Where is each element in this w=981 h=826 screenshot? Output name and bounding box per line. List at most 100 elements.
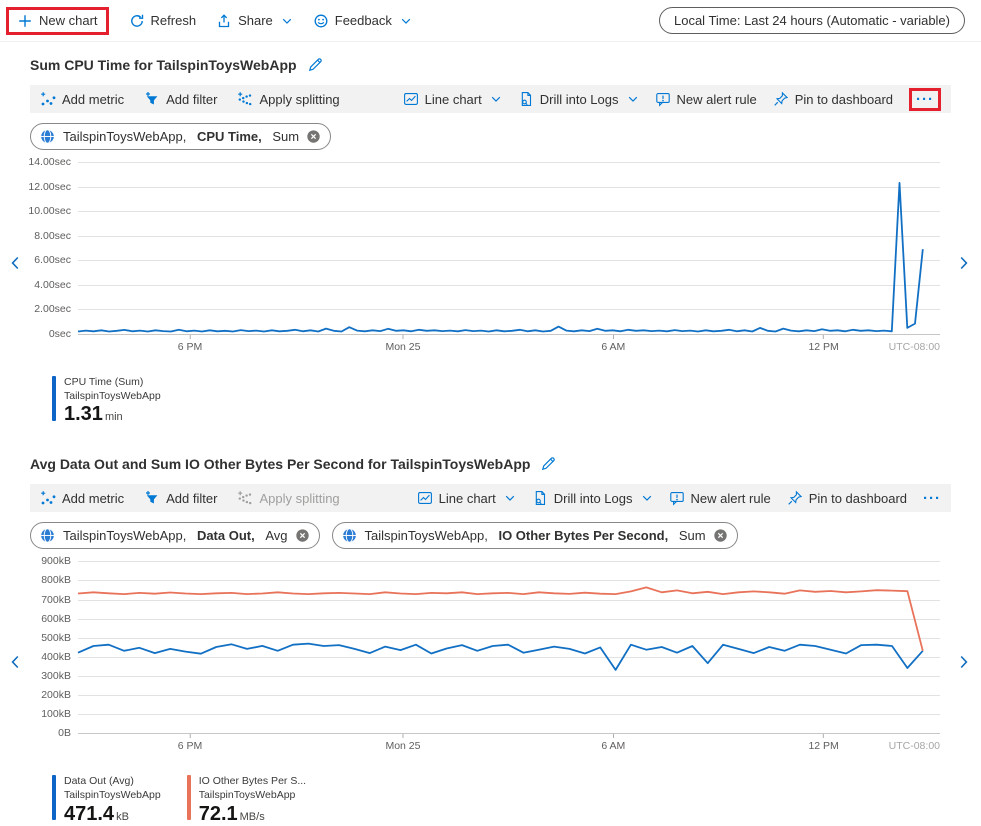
add-metric-icon [40, 91, 56, 107]
feedback-label: Feedback [335, 13, 392, 28]
x-axis-tick: 12 PM [808, 734, 838, 752]
add-filter-icon [144, 91, 160, 107]
plot-grid: 14.00sec12.00sec10.00sec8.00sec6.00sec4.… [78, 162, 940, 334]
remove-metric-button[interactable] [306, 129, 321, 144]
x-axis: 6 PMMon 256 AM12 PMUTC-08:00 [78, 334, 940, 360]
chart-nav-right-button[interactable] [957, 254, 971, 272]
add-filter-icon [144, 490, 160, 506]
share-button[interactable]: Share [216, 13, 293, 29]
timezone-label: UTC-08:00 [889, 740, 940, 752]
new-chart-label: New chart [39, 13, 98, 28]
new-alert-rule-button[interactable]: New alert rule [669, 490, 771, 506]
chart-type-dropdown[interactable]: Line chart [403, 91, 502, 107]
smiley-icon [313, 13, 329, 29]
pin-to-dashboard-label: Pin to dashboard [809, 491, 907, 506]
legend-resource-name: TailspinToysWebApp [64, 390, 161, 404]
new-chart-callout: New chart [6, 7, 109, 35]
metric-pill[interactable]: TailspinToysWebApp, IO Other Bytes Per S… [332, 522, 738, 549]
chart-type-dropdown[interactable]: Line chart [417, 490, 516, 506]
chart-type-label: Line chart [425, 92, 482, 107]
share-icon [216, 13, 232, 29]
chart-nav-left-button[interactable] [8, 653, 22, 671]
edit-title-button[interactable] [540, 455, 557, 472]
pin-icon [787, 490, 803, 506]
apply-splitting-button[interactable]: Apply splitting [237, 91, 339, 107]
legend-metric-name: IO Other Bytes Per S... [199, 775, 306, 789]
chart-title: Avg Data Out and Sum IO Other Bytes Per … [30, 456, 530, 472]
timezone-label: UTC-08:00 [889, 341, 940, 353]
series-line [78, 183, 923, 332]
drill-into-logs-label: Drill into Logs [540, 92, 619, 107]
webapp-icon [39, 527, 56, 544]
legend-color-bar [52, 376, 56, 421]
time-range-picker[interactable]: Local Time: Last 24 hours (Automatic - v… [659, 7, 965, 34]
chart-type-label: Line chart [439, 491, 496, 506]
pin-to-dashboard-button[interactable]: Pin to dashboard [773, 91, 893, 107]
add-filter-button[interactable]: Add filter [144, 490, 217, 506]
y-axis-tick-label: 14.00sec [28, 156, 71, 168]
pin-icon [773, 91, 789, 107]
drill-into-logs-dropdown[interactable]: Drill into Logs [518, 91, 639, 107]
chart-title: Sum CPU Time for TailspinToysWebApp [30, 57, 297, 73]
legend-metric-name: Data Out (Avg) [64, 775, 161, 789]
remove-metric-button[interactable] [713, 528, 728, 543]
more-menu-callout: ··· [909, 88, 941, 111]
x-axis-tick: 6 PM [178, 734, 203, 752]
edit-title-button[interactable] [307, 56, 324, 73]
y-axis-tick-label: 700kB [41, 594, 71, 606]
pill-aggregation: Avg [265, 528, 287, 543]
more-menu-button[interactable]: ··· [916, 91, 934, 108]
new-alert-rule-button[interactable]: New alert rule [655, 91, 757, 107]
apply-splitting-button-disabled: Apply splitting [237, 490, 339, 506]
pencil-icon [307, 56, 324, 73]
chevron-down-icon [504, 492, 516, 504]
feedback-button[interactable]: Feedback [313, 13, 412, 29]
y-axis-tick-label: 12.00sec [28, 181, 71, 193]
x-axis-tick: Mon 25 [385, 335, 420, 353]
more-menu-button[interactable]: ··· [923, 490, 941, 507]
y-axis-tick-label: 10.00sec [28, 205, 71, 217]
chart-nav-right-button[interactable] [957, 653, 971, 671]
pill-aggregation: Sum [679, 528, 706, 543]
add-metric-button[interactable]: Add metric [40, 490, 124, 506]
add-metric-button[interactable]: Add metric [40, 91, 124, 107]
legend-item[interactable]: IO Other Bytes Per S... TailspinToysWebA… [187, 775, 306, 824]
chart-toolbar: Add metric Add filter Apply splitting [30, 85, 951, 113]
refresh-button[interactable]: Refresh [129, 13, 197, 29]
chevron-down-icon [627, 93, 639, 105]
plot-data-out: 900kB800kB700kB600kB500kB400kB300kB200kB… [78, 561, 940, 759]
legend-value: 1.31min [64, 403, 161, 425]
x-axis-tick: 6 PM [178, 335, 203, 353]
y-axis-tick-label: 0sec [49, 328, 71, 340]
add-metric-label: Add metric [62, 92, 124, 107]
y-axis-tick-label: 100kB [41, 708, 71, 720]
pill-aggregation: Sum [272, 129, 299, 144]
chart-section-cpu-time: Sum CPU Time for TailspinToysWebApp Add … [0, 56, 981, 425]
legend-value: 471.4kB [64, 803, 161, 825]
y-axis-tick-label: 300kB [41, 670, 71, 682]
pin-to-dashboard-button[interactable]: Pin to dashboard [787, 490, 907, 506]
plot-cpu-time: 14.00sec12.00sec10.00sec8.00sec6.00sec4.… [78, 162, 940, 360]
y-axis-tick-label: 2.00sec [34, 303, 71, 315]
legend-item[interactable]: CPU Time (Sum) TailspinToysWebApp 1.31mi… [52, 376, 161, 425]
top-toolbar: New chart Refresh Share Feedback Local T… [0, 0, 981, 42]
add-filter-button[interactable]: Add filter [144, 91, 217, 107]
remove-metric-button[interactable] [295, 528, 310, 543]
x-axis-tick: 6 AM [601, 734, 625, 752]
legend-item[interactable]: Data Out (Avg) TailspinToysWebApp 471.4k… [52, 775, 161, 824]
metric-pill[interactable]: TailspinToysWebApp, Data Out, Avg [30, 522, 320, 549]
alert-icon [669, 490, 685, 506]
drill-into-logs-dropdown[interactable]: Drill into Logs [532, 490, 653, 506]
new-chart-button[interactable]: New chart [17, 13, 98, 29]
metric-pill[interactable]: TailspinToysWebApp, CPU Time, Sum [30, 123, 331, 150]
x-axis-tick: 12 PM [808, 335, 838, 353]
chart-section-data-out: Avg Data Out and Sum IO Other Bytes Per … [0, 455, 981, 824]
add-metric-label: Add metric [62, 491, 124, 506]
series-line [78, 644, 923, 670]
add-filter-label: Add filter [166, 491, 217, 506]
chart-nav-left-button[interactable] [8, 254, 22, 272]
add-filter-label: Add filter [166, 92, 217, 107]
line-chart-icon [403, 91, 419, 107]
chart-series-lines [78, 162, 940, 334]
refresh-label: Refresh [151, 13, 197, 28]
